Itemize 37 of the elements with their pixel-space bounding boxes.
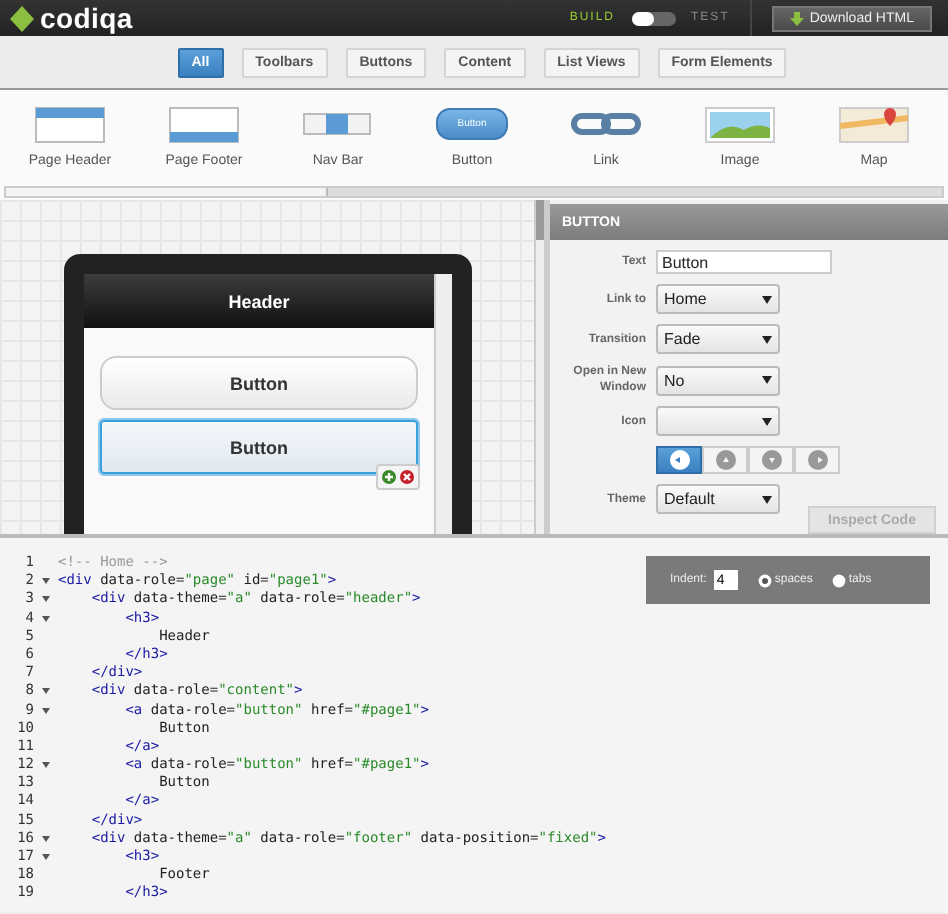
map-icon: [838, 102, 910, 146]
radio-button[interactable]: [758, 573, 773, 587]
caret-icon: [762, 295, 772, 303]
select-field[interactable]: No: [656, 365, 780, 395]
image-icon: [704, 102, 776, 146]
text-field[interactable]: Button: [656, 250, 832, 274]
fold-icon[interactable]: [42, 854, 50, 861]
caret-icon: [762, 376, 772, 384]
mode-toggle[interactable]: [631, 11, 676, 25]
vertical-scrollbar[interactable]: [534, 200, 544, 534]
caret-icon: [762, 417, 772, 425]
remove-icon[interactable]: [400, 470, 414, 484]
page-footer-icon: [168, 102, 240, 146]
app-logo: codiqa: [40, 2, 133, 34]
preview-header: Header: [84, 274, 434, 328]
caret-icon: [762, 335, 772, 343]
caret-icon: [762, 495, 772, 503]
radio-button[interactable]: [832, 573, 847, 587]
fold-icon[interactable]: [42, 615, 50, 622]
fold-icon[interactable]: [42, 688, 50, 695]
select-field[interactable]: Default: [656, 484, 780, 514]
fold-icon[interactable]: [42, 707, 50, 714]
horizontal-scrollbar[interactable]: [4, 186, 944, 198]
fold-icon[interactable]: [42, 596, 50, 603]
select-field[interactable]: Home: [656, 284, 780, 314]
add-icon[interactable]: [382, 470, 396, 484]
fold-icon[interactable]: [42, 578, 50, 585]
page-header-icon: [34, 102, 106, 146]
download-icon: [789, 11, 804, 25]
select-field[interactable]: Fade: [656, 324, 780, 354]
select-field[interactable]: [656, 406, 780, 436]
logo-icon: [10, 5, 34, 31]
icon-position-button[interactable]: [656, 446, 702, 474]
fold-icon[interactable]: [42, 762, 50, 769]
fold-icon[interactable]: [42, 835, 50, 842]
preview-button[interactable]: Button: [100, 356, 418, 410]
preview-button[interactable]: Button: [100, 420, 418, 474]
